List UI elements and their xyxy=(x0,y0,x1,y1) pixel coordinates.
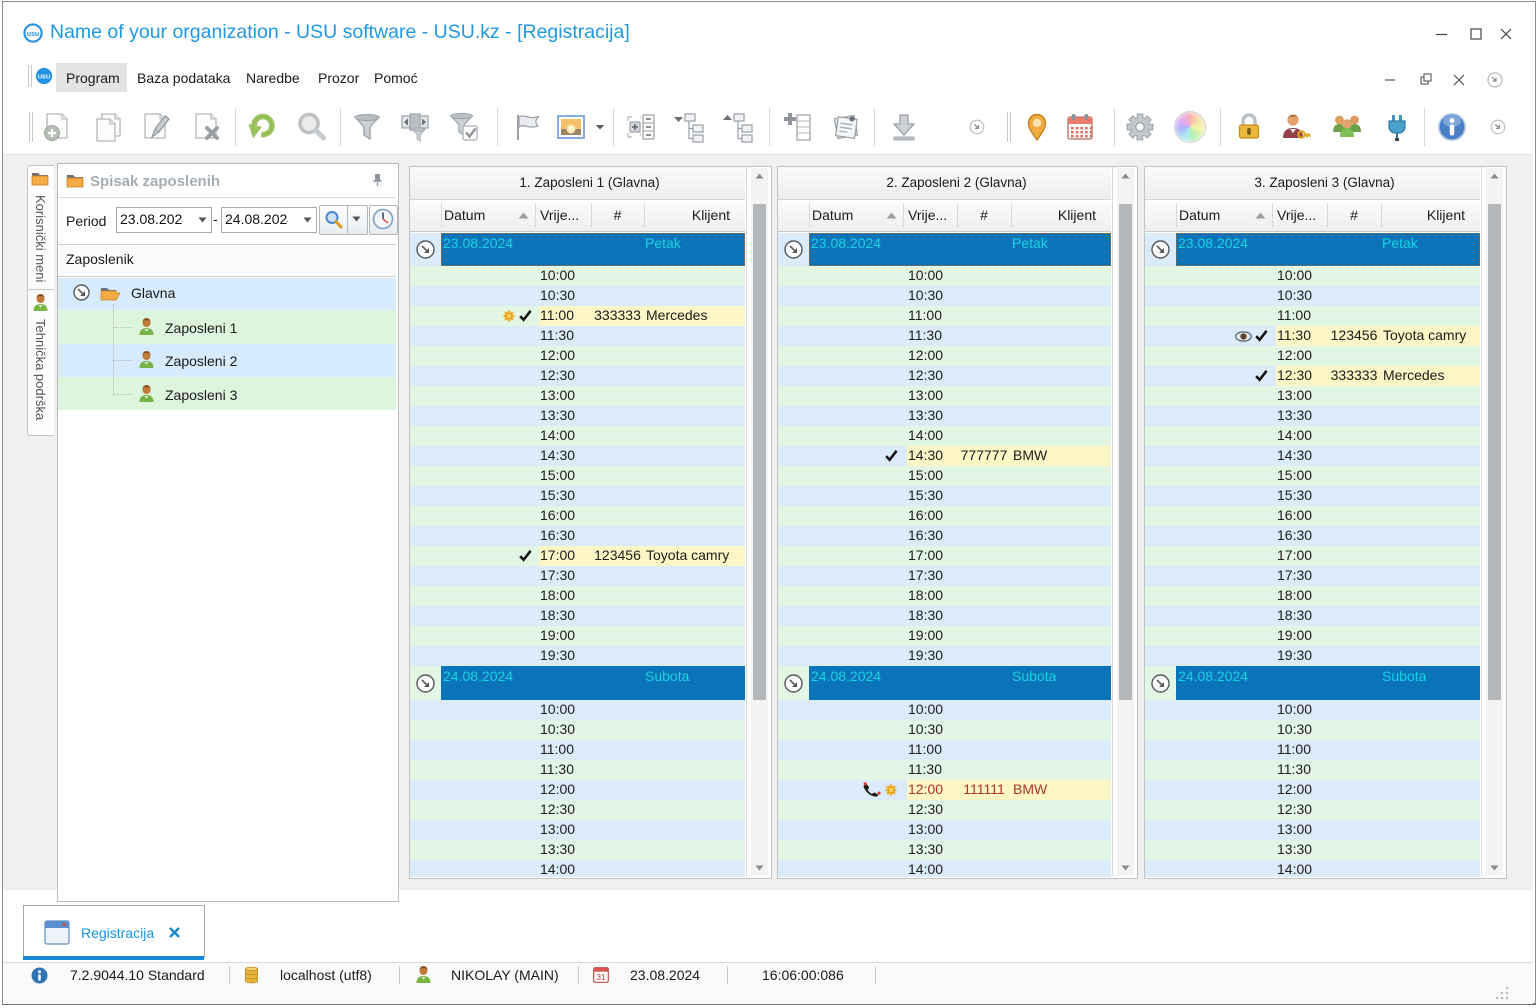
svg-text:USU: USU xyxy=(38,74,50,80)
svg-text:usu: usu xyxy=(27,31,39,38)
svg-text:31: 31 xyxy=(597,973,606,982)
